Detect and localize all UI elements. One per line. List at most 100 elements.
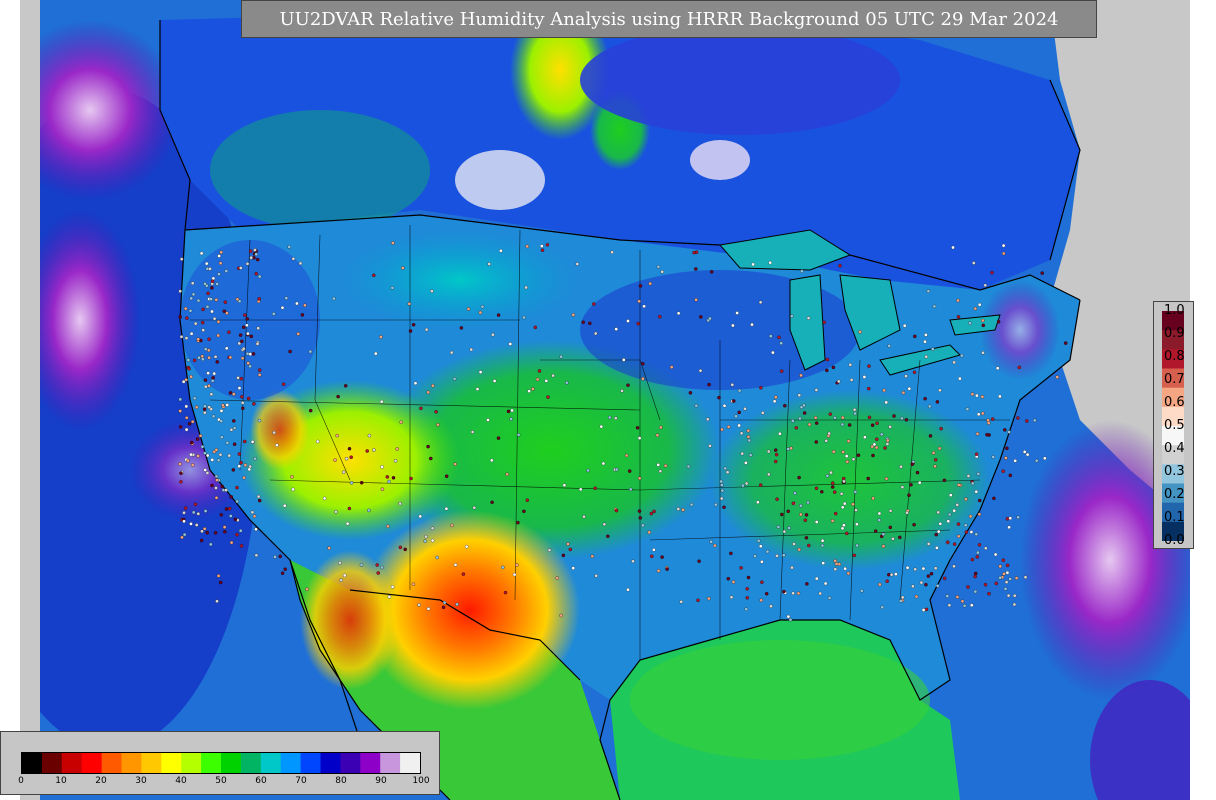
station-dot <box>214 474 219 479</box>
station-dot <box>758 300 763 305</box>
station-dot <box>794 426 799 430</box>
station-dot <box>878 582 882 587</box>
humidity-colorbar-tick: 100 <box>412 776 430 786</box>
station-dot <box>426 390 431 395</box>
station-dot <box>970 481 975 486</box>
station-dot <box>1022 450 1027 454</box>
humidity-colorbar-swatch <box>260 753 282 773</box>
station-dot <box>205 453 210 458</box>
station-dot <box>782 529 787 534</box>
station-dot <box>694 403 699 408</box>
station-dot <box>834 562 839 566</box>
station-dot <box>202 407 207 411</box>
station-dot <box>1012 602 1017 607</box>
station-dot <box>241 346 246 351</box>
station-dot <box>184 336 189 340</box>
station-dot <box>296 332 300 336</box>
humidity-colorbar-tick: 90 <box>375 776 387 786</box>
station-dot <box>824 439 828 443</box>
station-dot <box>224 269 229 273</box>
station-dot <box>496 313 501 317</box>
station-dot <box>945 594 950 598</box>
station-dot <box>996 319 1001 324</box>
station-dot <box>913 334 917 339</box>
station-dot <box>787 526 791 530</box>
humidity-colorbar-swatch <box>280 753 302 773</box>
station-dot <box>707 596 711 601</box>
station-dot <box>245 317 249 321</box>
station-dot <box>756 500 760 504</box>
station-dot <box>806 316 811 320</box>
station-dot <box>417 603 421 607</box>
station-dot <box>744 481 749 486</box>
station-dot <box>909 483 913 487</box>
station-dot <box>877 518 882 522</box>
station-dot <box>527 389 531 393</box>
station-dot <box>719 479 723 484</box>
station-dot <box>833 416 837 420</box>
station-dot <box>588 321 592 326</box>
station-dot <box>1025 419 1029 423</box>
map-title: UU2DVAR Relative Humidity Analysis using… <box>241 0 1097 38</box>
station-dot <box>628 487 633 492</box>
station-dot <box>791 419 795 423</box>
station-dot <box>559 354 563 359</box>
station-dot <box>232 392 236 396</box>
station-dot <box>889 572 894 577</box>
station-dot <box>744 607 749 611</box>
station-dot <box>983 283 988 288</box>
station-dot <box>984 546 988 550</box>
station-dot <box>565 380 569 385</box>
station-dot <box>773 459 778 464</box>
station-dot <box>190 463 195 467</box>
station-dot <box>254 271 259 276</box>
station-dot <box>786 509 790 514</box>
station-dot <box>254 527 258 532</box>
station-dot <box>441 605 446 610</box>
station-dot <box>193 321 198 326</box>
station-dot <box>257 418 262 423</box>
station-dot <box>827 596 832 600</box>
station-dot <box>256 326 260 330</box>
station-dot <box>841 415 845 420</box>
station-dot <box>746 435 751 439</box>
station-dot <box>768 260 772 265</box>
station-dot <box>931 451 936 455</box>
station-dot <box>206 291 210 296</box>
station-dot <box>436 423 440 427</box>
sonora-dry-field <box>300 550 400 690</box>
station-dot <box>637 509 642 513</box>
station-dot <box>509 417 513 421</box>
station-dot <box>210 286 214 290</box>
humidity-colorbar-swatch <box>61 753 83 773</box>
station-dot <box>981 318 985 323</box>
humidity-colorbar-swatch <box>141 753 162 773</box>
station-dot <box>973 306 978 311</box>
station-dot <box>866 476 870 481</box>
observation-scale-tick: 0.4 <box>1164 441 1185 456</box>
humidity-colorbar-swatch <box>121 753 142 773</box>
station-dot <box>256 494 261 499</box>
station-dot <box>900 595 905 600</box>
station-dot <box>888 525 893 530</box>
station-dot <box>204 384 208 389</box>
station-dot <box>223 529 227 534</box>
station-dot <box>792 542 796 546</box>
station-dot <box>735 311 739 315</box>
station-dot <box>390 585 395 589</box>
station-dot <box>327 546 331 550</box>
station-dot <box>981 411 985 416</box>
station-dot <box>342 573 347 578</box>
station-dot <box>970 557 975 562</box>
station-dot <box>855 543 859 548</box>
station-dot <box>245 262 250 266</box>
station-dot <box>214 448 219 452</box>
station-dot <box>179 471 183 475</box>
humidity-colorbar-legend: 0 10 20 30 40 50 60 70 80 90 100 <box>0 731 440 795</box>
station-dot <box>994 581 999 586</box>
station-dot <box>334 510 338 514</box>
station-dot <box>933 566 938 570</box>
station-dot <box>655 433 660 437</box>
station-dot <box>1005 570 1010 575</box>
station-dot <box>229 428 234 432</box>
